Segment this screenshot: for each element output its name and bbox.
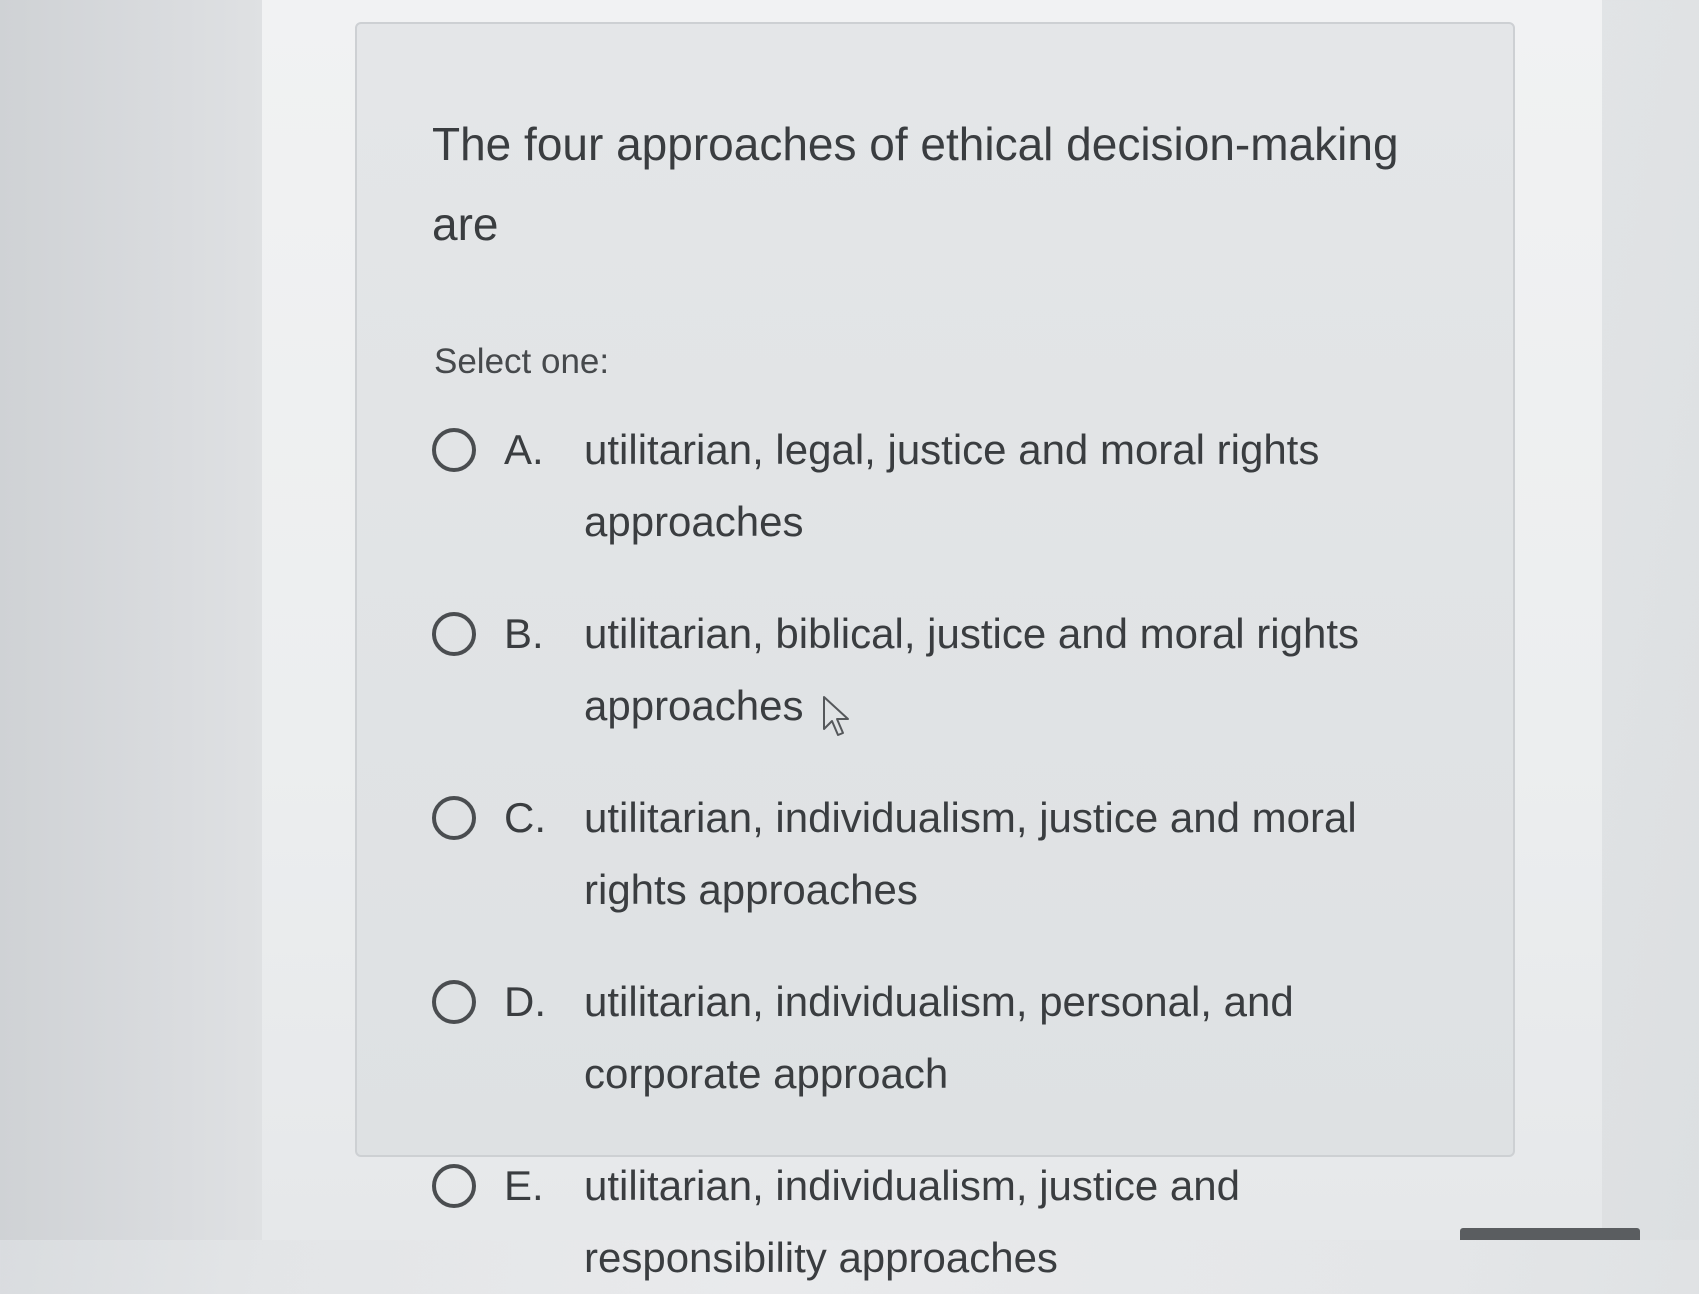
radio-unselected-icon[interactable]	[432, 980, 476, 1024]
radio-unselected-icon[interactable]	[432, 612, 476, 656]
option-letter: A.	[504, 426, 544, 473]
option-d[interactable]: D. utilitarian, individualism, personal,…	[432, 966, 1453, 1110]
option-label[interactable]: utilitarian, biblical, justice and moral…	[584, 598, 1404, 742]
mouse-pointer-icon	[823, 696, 849, 736]
option-label[interactable]: utilitarian, individualism, personal, an…	[584, 966, 1404, 1110]
option-letter: C.	[504, 794, 546, 841]
option-a[interactable]: A. utilitarian, legal, justice and moral…	[432, 414, 1453, 558]
option-c[interactable]: C. utilitarian, individualism, justice a…	[432, 782, 1453, 926]
option-letter: B.	[504, 610, 544, 657]
option-letter: E.	[504, 1162, 544, 1209]
radio-unselected-icon[interactable]	[432, 1164, 476, 1208]
option-label[interactable]: utilitarian, legal, justice and moral ri…	[584, 414, 1404, 558]
option-e[interactable]: E. utilitarian, individualism, justice a…	[432, 1150, 1453, 1294]
select-one-prompt: Select one:	[434, 342, 610, 381]
radio-unselected-icon[interactable]	[432, 796, 476, 840]
question-card: The four approaches of ethical decision-…	[355, 22, 1515, 1281]
option-label[interactable]: utilitarian, individualism, justice and …	[584, 1150, 1404, 1294]
question-text: The four approaches of ethical decision-…	[432, 118, 1399, 250]
bottom-bar-edge	[1460, 1228, 1640, 1240]
option-letter: D.	[504, 978, 546, 1025]
background-left-area	[0, 0, 262, 1240]
radio-unselected-icon[interactable]	[432, 428, 476, 472]
option-b[interactable]: B. utilitarian, biblical, justice and mo…	[432, 598, 1453, 742]
answer-options: A. utilitarian, legal, justice and moral…	[432, 414, 1453, 1294]
option-label[interactable]: utilitarian, individualism, justice and …	[584, 782, 1404, 926]
